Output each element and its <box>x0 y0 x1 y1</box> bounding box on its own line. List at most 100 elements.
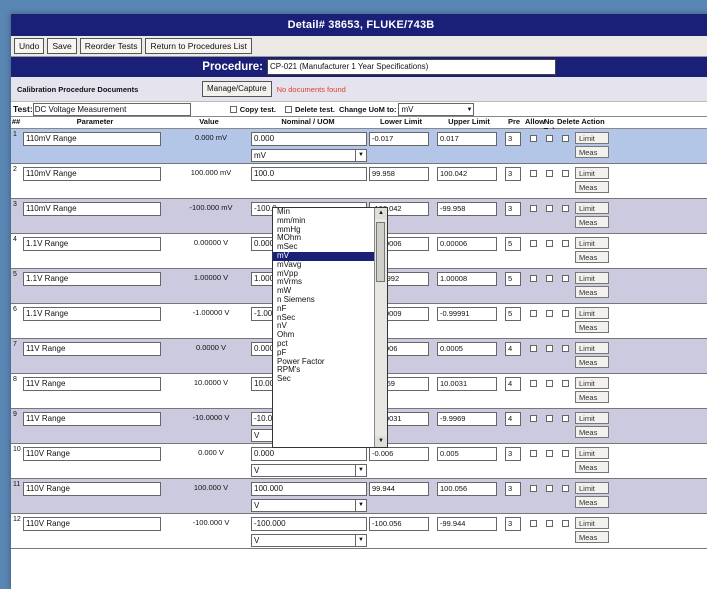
no-tol-checkbox[interactable] <box>546 415 553 422</box>
delete-checkbox[interactable] <box>562 135 569 142</box>
nominal-field[interactable]: 100.000 <box>251 482 367 496</box>
limit-button[interactable]: Limit <box>575 482 609 494</box>
no-tol-checkbox[interactable] <box>546 485 553 492</box>
meas-button[interactable]: Meas <box>575 426 609 438</box>
delete-checkbox[interactable] <box>562 450 569 457</box>
precision-field[interactable]: 5 <box>505 237 521 251</box>
allow-checkbox[interactable] <box>530 450 537 457</box>
limit-button[interactable]: Limit <box>575 237 609 249</box>
parameter-field[interactable]: 110mV Range <box>23 167 161 181</box>
parameter-field[interactable]: 1.1V Range <box>23 272 161 286</box>
allow-checkbox[interactable] <box>530 240 537 247</box>
upper-limit-field[interactable]: 100.056 <box>437 482 497 496</box>
precision-field[interactable]: 3 <box>505 482 521 496</box>
limit-button[interactable]: Limit <box>575 167 609 179</box>
limit-button[interactable]: Limit <box>575 272 609 284</box>
precision-field[interactable]: 4 <box>505 412 521 426</box>
undo-button[interactable]: Undo <box>14 38 45 54</box>
allow-checkbox[interactable] <box>530 310 537 317</box>
upper-limit-field[interactable]: 0.017 <box>437 132 497 146</box>
uom-select[interactable]: V▼ <box>251 499 367 512</box>
delete-checkbox[interactable] <box>562 485 569 492</box>
meas-button[interactable]: Meas <box>575 531 609 543</box>
nominal-field[interactable]: 0.000 <box>251 132 367 146</box>
no-tol-checkbox[interactable] <box>546 310 553 317</box>
lower-limit-field[interactable]: -100.056 <box>369 517 429 531</box>
no-tol-checkbox[interactable] <box>546 345 553 352</box>
limit-button[interactable]: Limit <box>575 412 609 424</box>
no-tol-checkbox[interactable] <box>546 240 553 247</box>
allow-checkbox[interactable] <box>530 415 537 422</box>
test-name-field[interactable]: DC Voltage Measurement <box>32 102 191 116</box>
parameter-field[interactable]: 11V Range <box>23 412 161 426</box>
uom-option[interactable]: Ohm <box>273 330 374 340</box>
return-to-procedures-button[interactable]: Return to Procedures List <box>145 38 252 54</box>
upper-limit-field[interactable]: -99.958 <box>437 202 497 216</box>
precision-field[interactable]: 5 <box>505 272 521 286</box>
uom-select[interactable]: V▼ <box>251 464 367 477</box>
upper-limit-field[interactable]: 1.00008 <box>437 272 497 286</box>
uom-select[interactable]: mV ▼ <box>251 149 367 162</box>
parameter-field[interactable]: 110V Range <box>23 482 161 496</box>
upper-limit-field[interactable]: -99.944 <box>437 517 497 531</box>
lower-limit-field[interactable]: -0.006 <box>369 447 429 461</box>
delete-checkbox[interactable] <box>562 520 569 527</box>
scroll-thumb[interactable] <box>376 222 385 282</box>
limit-button[interactable]: Limit <box>575 202 609 214</box>
upper-limit-field[interactable]: -0.99991 <box>437 307 497 321</box>
allow-checkbox[interactable] <box>530 205 537 212</box>
precision-field[interactable]: 3 <box>505 132 521 146</box>
allow-checkbox[interactable] <box>530 275 537 282</box>
precision-field[interactable]: 5 <box>505 307 521 321</box>
allow-checkbox[interactable] <box>530 345 537 352</box>
save-button[interactable]: Save <box>47 38 77 54</box>
precision-field[interactable]: 3 <box>505 167 521 181</box>
limit-button[interactable]: Limit <box>575 447 609 459</box>
uom-dropdown-list[interactable]: Min mm/min mmHg MOhm mSec mV mVavg mVpp mVrms mW n… <box>272 207 388 448</box>
delete-checkbox[interactable] <box>562 415 569 422</box>
parameter-field[interactable]: 110mV Range <box>23 132 161 146</box>
upper-limit-field[interactable]: 0.005 <box>437 447 497 461</box>
upper-limit-field[interactable]: -9.9969 <box>437 412 497 426</box>
uom-option[interactable]: Sec <box>273 374 374 384</box>
scroll-up-icon[interactable]: ▲ <box>375 208 387 219</box>
meas-button[interactable]: Meas <box>575 251 609 263</box>
allow-checkbox[interactable] <box>530 170 537 177</box>
parameter-field[interactable]: 110V Range <box>23 447 161 461</box>
uom-option[interactable]: nSec <box>273 313 374 323</box>
uom-select[interactable]: V▼ <box>251 534 367 547</box>
meas-button[interactable]: Meas <box>575 321 609 333</box>
limit-button[interactable]: Limit <box>575 517 609 529</box>
nominal-field[interactable]: 100.0 <box>251 167 367 181</box>
scroll-down-icon[interactable]: ▼ <box>375 436 387 447</box>
limit-button[interactable]: Limit <box>575 377 609 389</box>
parameter-field[interactable]: 11V Range <box>23 342 161 356</box>
delete-checkbox[interactable] <box>562 310 569 317</box>
delete-checkbox[interactable] <box>562 275 569 282</box>
no-tol-checkbox[interactable] <box>546 275 553 282</box>
reorder-tests-button[interactable]: Reorder Tests <box>79 38 143 54</box>
delete-checkbox[interactable] <box>562 345 569 352</box>
allow-checkbox[interactable] <box>530 520 537 527</box>
allow-checkbox[interactable] <box>530 380 537 387</box>
delete-checkbox[interactable] <box>562 380 569 387</box>
meas-button[interactable]: Meas <box>575 356 609 368</box>
no-tol-checkbox[interactable] <box>546 520 553 527</box>
delete-test-checkbox[interactable] <box>284 105 292 113</box>
precision-field[interactable]: 3 <box>505 447 521 461</box>
no-tol-checkbox[interactable] <box>546 450 553 457</box>
dropdown-scrollbar[interactable]: ▲ ▼ <box>374 208 387 447</box>
manage-capture-button[interactable]: Manage/Capture <box>202 81 272 97</box>
change-uom-select[interactable]: mV ▼ <box>398 102 475 116</box>
precision-field[interactable]: 4 <box>505 342 521 356</box>
limit-button[interactable]: Limit <box>575 342 609 354</box>
allow-checkbox[interactable] <box>530 135 537 142</box>
copy-test-checkbox[interactable] <box>229 105 237 113</box>
no-tol-checkbox[interactable] <box>546 170 553 177</box>
lower-limit-field[interactable]: -0.017 <box>369 132 429 146</box>
nominal-field[interactable]: -100.000 <box>251 517 367 531</box>
upper-limit-field[interactable]: 100.042 <box>437 167 497 181</box>
delete-checkbox[interactable] <box>562 240 569 247</box>
parameter-field[interactable]: 110V Range <box>23 517 161 531</box>
no-tol-checkbox[interactable] <box>546 135 553 142</box>
